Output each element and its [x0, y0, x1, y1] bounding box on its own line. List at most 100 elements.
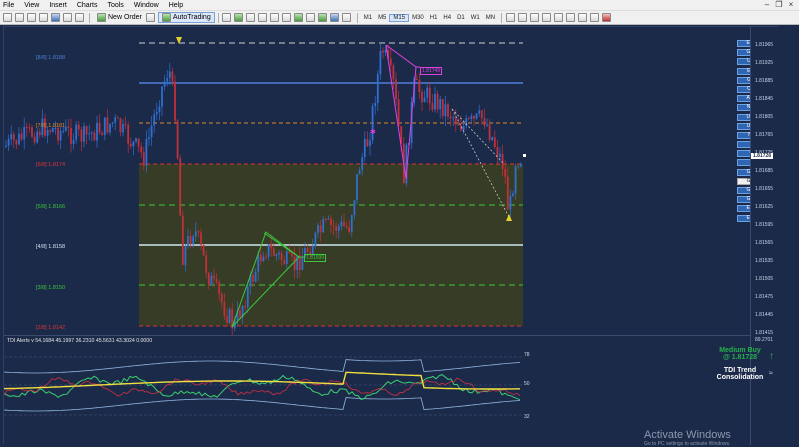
candle-body	[392, 65, 395, 80]
profiles-icon[interactable]	[14, 12, 24, 23]
periods-icon[interactable]	[330, 12, 340, 23]
price-axis-label: 1.81535	[755, 258, 774, 264]
indicators-icon[interactable]	[318, 12, 328, 23]
candle-body	[361, 157, 364, 171]
menu-insert[interactable]: Insert	[49, 2, 67, 9]
menu-file[interactable]: File	[3, 2, 14, 9]
trendline-icon[interactable]	[553, 12, 563, 23]
candle-body	[306, 248, 309, 252]
candle-body	[288, 251, 291, 254]
tf-h4[interactable]: H4	[440, 15, 454, 21]
crosshair-icon[interactable]	[517, 12, 527, 23]
tester-icon[interactable]	[74, 12, 84, 23]
metaeditor-icon[interactable]	[146, 12, 156, 23]
candle-body	[189, 236, 192, 245]
vertical-line-icon[interactable]	[529, 12, 539, 23]
terminal-icon[interactable]	[62, 12, 72, 23]
price-chart[interactable]: ✱	[4, 27, 750, 335]
tf-m1[interactable]: M1	[361, 15, 375, 21]
tf-h1[interactable]: H1	[427, 15, 441, 21]
candle-body	[322, 219, 325, 233]
horizontal-line-icon[interactable]	[541, 12, 551, 23]
autotrading-button[interactable]: AutoTrading	[157, 12, 215, 23]
tf-m15[interactable]: M15	[389, 13, 410, 22]
candle-body	[140, 146, 143, 153]
close-icon[interactable]: ×	[785, 0, 797, 9]
signal-panel: Medium Buy @ 1.81728 TDI Trend Consolida…	[704, 347, 776, 381]
menu-window[interactable]: Window	[134, 2, 159, 9]
restore-icon[interactable]: ❐	[773, 0, 785, 9]
candle-body	[124, 123, 127, 125]
candlestick-icon[interactable]	[234, 12, 244, 23]
candle-body	[395, 79, 397, 100]
star-marker: ✱	[370, 128, 376, 136]
trend-title: TDI Trend	[723, 367, 757, 374]
arrow-icon[interactable]	[601, 12, 611, 23]
indicator-bg	[4, 335, 750, 445]
candle-body	[28, 127, 31, 129]
navigator-icon[interactable]	[50, 12, 60, 23]
candle-body	[77, 124, 80, 130]
candle-body	[491, 137, 494, 141]
text-icon[interactable]	[589, 12, 599, 23]
candle-body	[379, 50, 382, 75]
data-window-icon[interactable]	[38, 12, 48, 23]
candle-body	[10, 134, 13, 140]
bar-chart-icon[interactable]	[222, 12, 232, 23]
candle-body	[486, 124, 488, 126]
fib-label-6: [6/8] 1.8174	[36, 162, 66, 168]
candle-body	[57, 127, 59, 141]
candle-body	[18, 133, 20, 145]
price-axis-label: 1.81845	[755, 96, 774, 102]
tdi-indicator[interactable]	[4, 335, 750, 445]
market-watch-icon[interactable]	[26, 12, 36, 23]
candle-body	[428, 87, 431, 104]
cursor-icon[interactable]	[505, 12, 515, 23]
tf-d1[interactable]: D1	[454, 15, 468, 21]
candle-body	[244, 305, 247, 308]
candle-body	[259, 254, 262, 262]
candle-body	[285, 251, 288, 265]
autoscroll-icon[interactable]	[294, 12, 304, 23]
menu-charts[interactable]: Charts	[77, 2, 98, 9]
tf-m30[interactable]: M30	[409, 15, 427, 21]
tf-w1[interactable]: W1	[468, 15, 483, 21]
channel-icon[interactable]	[565, 12, 575, 23]
tf-m5[interactable]: M5	[375, 15, 389, 21]
zoom-out-icon[interactable]	[270, 12, 280, 23]
candle-body	[171, 71, 174, 82]
candle-body	[356, 174, 358, 201]
zoom-in-icon[interactable]	[258, 12, 268, 23]
candle-body	[33, 136, 36, 143]
activate-windows-title: Activate Windows	[644, 429, 731, 441]
menu-help[interactable]: Help	[169, 2, 183, 9]
candle-body	[270, 244, 273, 249]
candle-body	[384, 50, 387, 53]
tdi-level-low: 32	[524, 414, 530, 420]
candle-body	[111, 122, 114, 124]
candle-body	[340, 221, 343, 227]
trend-state: Consolidation	[716, 374, 764, 381]
fib-label-5: [5/8] 1.8166	[36, 204, 66, 210]
minimize-icon[interactable]: –	[761, 0, 773, 9]
new-order-button[interactable]: New Order	[93, 12, 146, 23]
menu-view[interactable]: View	[24, 2, 39, 9]
line-chart-icon[interactable]	[246, 12, 256, 23]
templates-icon[interactable]	[342, 12, 352, 23]
price-axis-label: 1.81685	[755, 168, 774, 174]
tf-mn[interactable]: MN	[483, 15, 498, 21]
candle-body	[254, 271, 257, 282]
chart-window[interactable]: ✱ [8/8] 1.8188 [7/8] 1.8181 [6/8] 1.8174…	[3, 26, 780, 445]
candle-body	[423, 97, 426, 103]
new-chart-icon[interactable]	[2, 12, 12, 23]
candle-body	[80, 129, 83, 142]
fibonacci-icon[interactable]	[577, 12, 587, 23]
chart-shift-icon[interactable]	[306, 12, 316, 23]
order-icon	[97, 13, 106, 22]
menu-tools[interactable]: Tools	[107, 2, 123, 9]
candle-body	[421, 92, 423, 103]
tile-icon[interactable]	[282, 12, 292, 23]
candle-body	[103, 117, 106, 136]
candle-body	[161, 86, 163, 107]
candle-body	[106, 117, 109, 133]
